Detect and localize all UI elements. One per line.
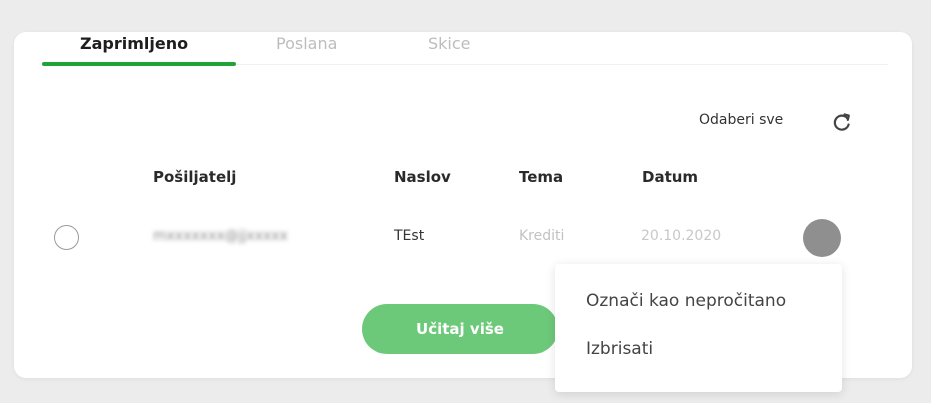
select-all-button[interactable]: Odaberi sve — [699, 112, 783, 128]
tab-sent[interactable]: Poslana — [276, 34, 337, 53]
row-menu-button[interactable] — [803, 219, 841, 257]
tab-bar: Zaprimljeno Poslana Skice — [14, 32, 912, 68]
column-header-sender: Pošiljatelj — [153, 168, 237, 186]
row-sender: mxxxxxxx@jjxxxxx — [153, 228, 288, 244]
tab-drafts[interactable]: Skice — [428, 34, 471, 53]
row-select-radio[interactable] — [54, 225, 79, 250]
load-more-button[interactable]: Učitaj više — [362, 304, 558, 354]
refresh-icon[interactable] — [832, 112, 852, 132]
active-tab-indicator — [42, 62, 236, 66]
row-subject: TEst — [394, 228, 425, 244]
row-date: 20.10.2020 — [641, 228, 722, 244]
tabs-divider — [236, 64, 888, 65]
column-header-topic: Tema — [519, 168, 564, 186]
column-header-subject: Naslov — [394, 168, 451, 186]
tab-received[interactable]: Zaprimljeno — [80, 34, 188, 53]
menu-item-mark-unread[interactable]: Označi kao nepročitano — [586, 291, 786, 311]
row-topic: Krediti — [519, 228, 565, 244]
menu-item-delete[interactable]: Izbrisati — [586, 339, 653, 359]
context-menu: Označi kao nepročitano Izbrisati — [555, 264, 842, 392]
column-header-date: Datum — [642, 168, 699, 186]
